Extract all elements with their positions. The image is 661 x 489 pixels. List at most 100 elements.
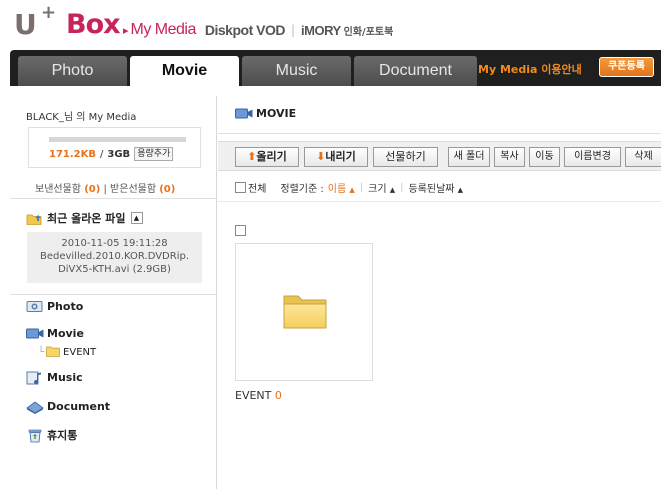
nav-link-imory[interactable]: iMORY (301, 23, 341, 38)
file-toolbar: ⬆올리기 ⬇내리기 선물하기 새 폴더 복사 이동 이름변경 삭제 (218, 141, 661, 171)
select-all-label: 전체 (248, 184, 267, 195)
sort-separator: | (359, 182, 364, 193)
recent-file-name-1: Bedevilled.2010.KOR.DVDRip. (39, 251, 190, 262)
folder-item-label[interactable]: EVENT 0 (235, 389, 282, 402)
sidebar-subitem-event[interactable]: └ EVENT (38, 346, 96, 359)
sort-by-size-label: 크기 (368, 184, 387, 195)
sort-by-size[interactable]: 크기 ▲ (368, 180, 395, 195)
nav-arrow-icon: ▸ (123, 23, 129, 37)
recent-file-entry[interactable]: 2010-11-05 19:11:28 Bedevilled.2010.KOR.… (27, 232, 202, 283)
sent-gift-box-label: 보낸선물함 (35, 184, 81, 195)
storage-add-button[interactable]: 용량추가 (134, 147, 174, 161)
sort-by-date-label: 등록된날짜 (408, 184, 455, 195)
trash-icon (26, 429, 44, 442)
sidebar-item-music[interactable]: Music (26, 371, 83, 385)
recent-files-title: 최근 올라온 파일 (47, 212, 126, 225)
current-path: MOVIE (235, 107, 296, 120)
sort-asc-icon: ▲ (349, 186, 355, 194)
sidebar-subitem-label: EVENT (63, 347, 97, 358)
coupon-register-button[interactable]: 쿠폰등록 (599, 57, 654, 77)
divider (10, 294, 217, 295)
movie-icon (235, 107, 253, 120)
music-icon (26, 371, 44, 385)
tab-photo[interactable]: Photo (18, 56, 127, 86)
divider (10, 198, 217, 199)
sort-bar: 전체 정렬기준 : 이름 ▲ | 크기 ▲ | 등록된날짜 ▲ (235, 180, 463, 195)
sidebar-item-trash[interactable]: 휴지통 (26, 427, 77, 443)
recent-file-date: 2010-11-05 19:11:28 (61, 238, 168, 249)
recent-files-header: 최근 올라온 파일 ▲ (26, 210, 143, 226)
header: U + Box ▸ My Media Diskpot VOD | iMORY 인… (0, 0, 661, 50)
main-content: MOVIE ⬆올리기 ⬇내리기 선물하기 새 폴더 복사 이동 이름변경 삭제 … (218, 96, 661, 489)
sidebar: BLACK_님 의 My Media 171.2KB / 3GB 용량추가 보낸… (10, 96, 217, 489)
storage-usage-text: 171.2KB / 3GB 용량추가 (49, 147, 174, 161)
movie-icon (26, 327, 44, 340)
logo-u: U (14, 8, 37, 41)
sent-gift-box-link[interactable]: 보낸선물함 (0) (35, 184, 100, 195)
nav-link-my-media[interactable]: My Media (131, 21, 197, 39)
sidebar-item-label: Music (47, 371, 83, 384)
sidebar-item-label: Photo (47, 300, 84, 313)
rename-button[interactable]: 이름변경 (564, 147, 621, 167)
gift-button[interactable]: 선물하기 (373, 147, 438, 167)
new-folder-button[interactable]: 새 폴더 (448, 147, 490, 167)
folder-icon (46, 346, 60, 359)
tab-document[interactable]: Document (354, 56, 477, 86)
tab-movie[interactable]: Movie (130, 56, 239, 86)
sidebar-item-photo[interactable]: Photo (26, 300, 83, 313)
photo-icon (26, 300, 44, 313)
sort-by-date[interactable]: 등록된날짜 ▲ (408, 180, 463, 195)
nav-link-diskpot-vod[interactable]: Diskpot VOD (205, 22, 286, 38)
gift-divider: | (103, 184, 107, 195)
document-icon (26, 400, 44, 414)
category-tabbar: Photo Movie Music Document My Media 이용안내… (10, 50, 661, 86)
recent-file-name-2: DiVX5-KTH.avi (2.9GB) (58, 264, 171, 275)
sort-by-label: 정렬기준 : (280, 184, 324, 195)
delete-button[interactable]: 삭제 (625, 147, 661, 167)
storage-panel: 171.2KB / 3GB 용량추가 (28, 127, 201, 168)
recent-collapse-button[interactable]: ▲ (130, 212, 143, 224)
sort-icon: ▲ (389, 186, 396, 194)
download-label: 내리기 (325, 150, 356, 163)
sort-by-name-label: 이름 (327, 184, 347, 195)
my-media-guide-link[interactable]: My Media 이용안내 (478, 60, 582, 80)
logo-plus: + (41, 2, 57, 23)
gift-box-row: 보낸선물함 (0) | 받은선물함 (0) (35, 180, 175, 195)
tree-line-icon: └ (38, 347, 45, 358)
copy-button[interactable]: 복사 (494, 147, 525, 167)
path-title: MOVIE (256, 107, 297, 120)
upload-label: 올리기 (256, 150, 287, 163)
nav-separator: | (290, 23, 296, 37)
item-checkbox[interactable] (235, 225, 246, 236)
received-gift-box-label: 받은선물함 (110, 184, 157, 195)
folder-thumbnail[interactable] (235, 243, 373, 381)
storage-usage-bar (49, 137, 186, 142)
folder-name: EVENT (235, 389, 272, 402)
folder-icon (283, 295, 327, 329)
sidebar-item-label: Document (47, 400, 111, 413)
sort-icon: ▲ (457, 186, 464, 194)
storage-separator: / (100, 148, 104, 160)
divider (218, 133, 661, 134)
logo-box: Box (66, 9, 121, 40)
sidebar-item-movie[interactable]: Movie (26, 327, 84, 340)
nav-link-imory-photobook[interactable]: 인화/포토북 (344, 23, 394, 38)
storage-total: 3GB (107, 148, 131, 160)
storage-used: 171.2KB (49, 148, 97, 160)
sort-separator: | (400, 182, 404, 193)
divider (218, 201, 661, 202)
user-media-title: BLACK_님 의 My Media (26, 112, 137, 123)
sidebar-item-document[interactable]: Document (26, 400, 111, 414)
sidebar-item-label: 휴지통 (47, 429, 78, 442)
download-button[interactable]: ⬇내리기 (304, 147, 368, 167)
move-button[interactable]: 이동 (529, 147, 560, 167)
service-nav: ▸ My Media Diskpot VOD | iMORY 인화/포토북 (123, 19, 393, 41)
select-all-checkbox[interactable] (235, 182, 246, 193)
received-gift-box-link[interactable]: 받은선물함 (0) (110, 184, 175, 195)
sidebar-item-label: Movie (47, 327, 84, 340)
received-gift-count: (0) (159, 184, 176, 195)
recent-folder-icon (26, 212, 44, 225)
sort-by-name[interactable]: 이름 ▲ (328, 180, 355, 195)
tab-music[interactable]: Music (242, 56, 351, 86)
upload-button[interactable]: ⬆올리기 (235, 147, 299, 167)
